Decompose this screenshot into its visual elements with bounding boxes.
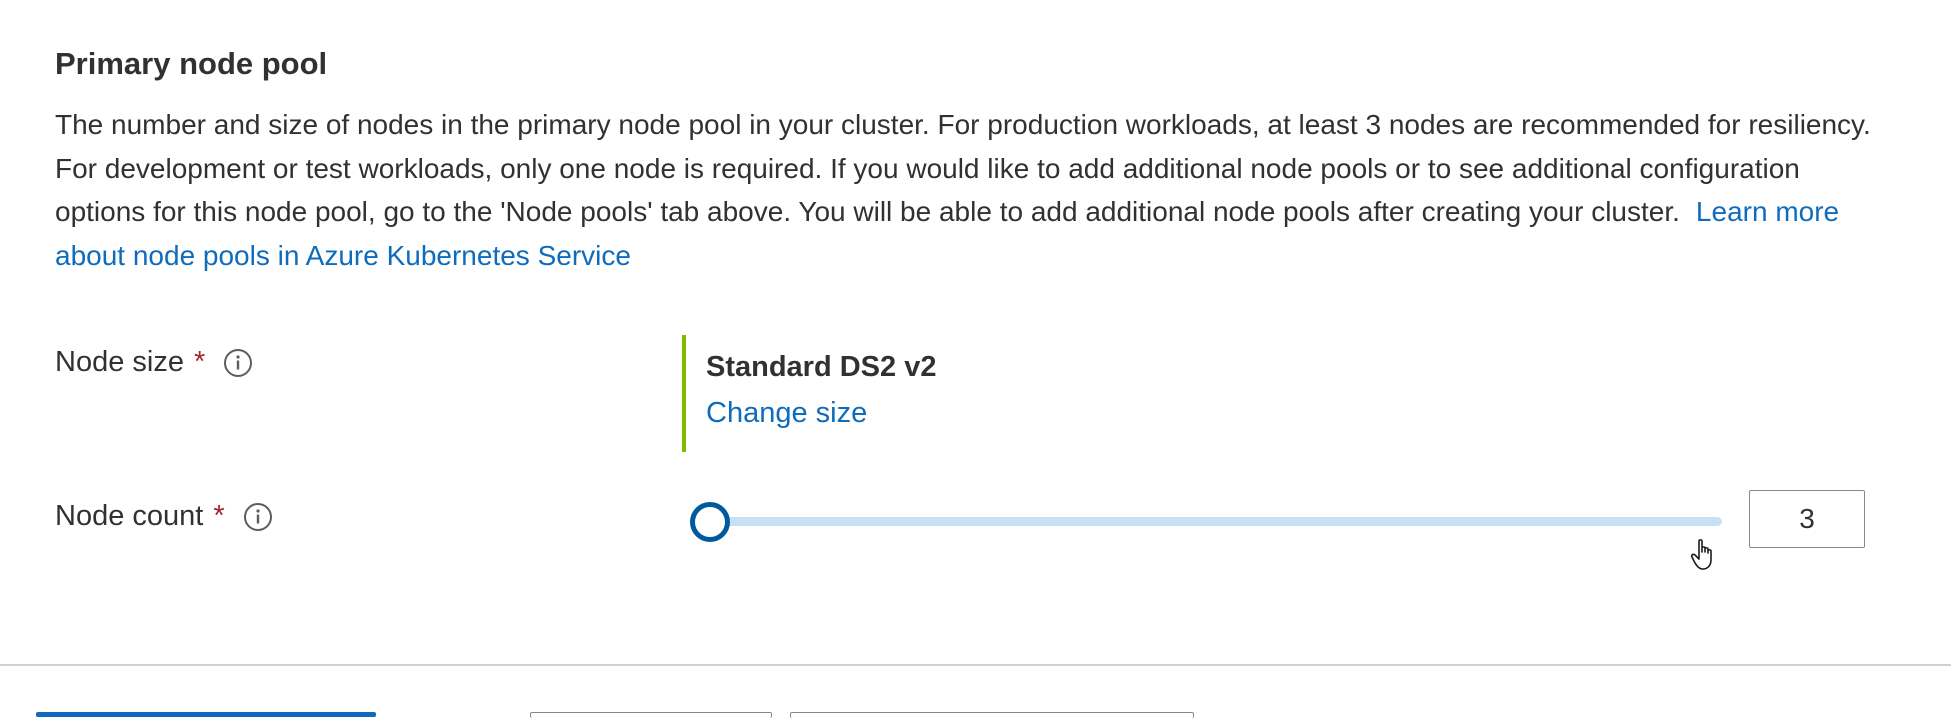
info-icon[interactable] — [223, 348, 253, 378]
hand-pointer-cursor-icon — [1690, 539, 1712, 570]
section-description: The number and size of nodes in the prim… — [55, 103, 1875, 277]
primary-node-pool-section: Primary node pool The number and size of… — [55, 40, 1895, 277]
node-count-label: Node count — [55, 500, 204, 532]
review-create-button[interactable] — [36, 712, 376, 717]
description-text: The number and size of nodes in the prim… — [55, 109, 1871, 227]
node-count-slider[interactable] — [690, 502, 1722, 542]
node-count-field-label: Node count * — [55, 500, 273, 533]
required-indicator: * — [213, 500, 225, 532]
previous-button[interactable] — [530, 712, 772, 718]
info-icon[interactable] — [243, 502, 273, 532]
node-count-input[interactable] — [1749, 490, 1865, 548]
node-size-value-block: Standard DS2 v2 Change size — [682, 335, 936, 452]
next-button[interactable] — [790, 712, 1194, 718]
footer-divider — [0, 664, 1951, 666]
section-title: Primary node pool — [55, 46, 328, 81]
slider-track[interactable] — [710, 517, 1722, 526]
change-size-link[interactable]: Change size — [706, 395, 867, 431]
node-size-value: Standard DS2 v2 — [706, 351, 937, 383]
node-size-field-label: Node size * — [55, 346, 253, 379]
slider-thumb[interactable] — [690, 502, 730, 542]
node-size-label: Node size — [55, 346, 184, 378]
required-indicator: * — [193, 346, 206, 378]
